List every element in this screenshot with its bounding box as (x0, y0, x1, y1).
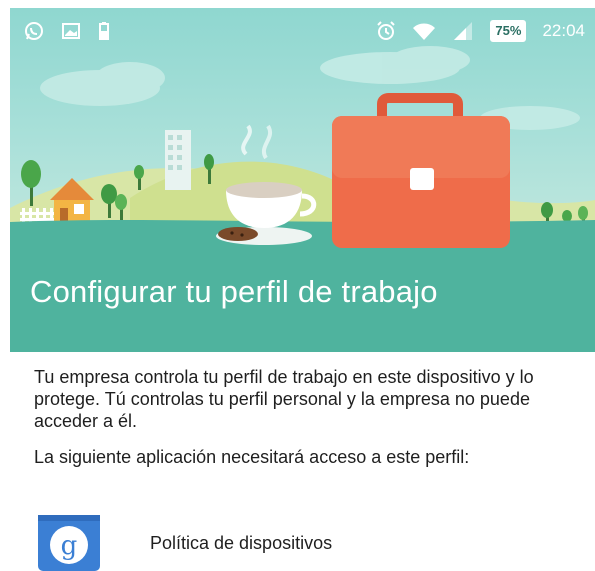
app-icon-letter: g (61, 531, 78, 561)
briefcase-icon (332, 93, 510, 248)
app-access-notice: La siguiente aplicación necesitará acces… (34, 447, 470, 467)
status-clock: 22:04 (542, 21, 585, 40)
building (165, 130, 191, 190)
app-name: Política de dispositivos (150, 532, 333, 553)
alarm-icon (377, 21, 396, 40)
device-policy-icon: g (38, 515, 100, 571)
signal-icon (454, 22, 473, 40)
image-icon (62, 23, 80, 39)
work-profile-header: 75% 22:04 Configurar tu perfil de trabaj… (10, 8, 595, 352)
battery-indicator: 75% (490, 20, 527, 42)
app-list-item: g Política de dispositivos (34, 515, 579, 571)
wifi-icon (413, 23, 436, 40)
phone-battery-icon (99, 22, 109, 40)
whatsapp-icon (25, 22, 43, 40)
page-title: Configurar tu perfil de trabajo (30, 274, 438, 309)
work-profile-description: Tu empresa controla tu perfil de trabajo… (34, 367, 534, 431)
description-section: Tu empresa controla tu perfil de trabajo… (34, 366, 579, 468)
status-bar: 75% 22:04 (10, 8, 595, 54)
